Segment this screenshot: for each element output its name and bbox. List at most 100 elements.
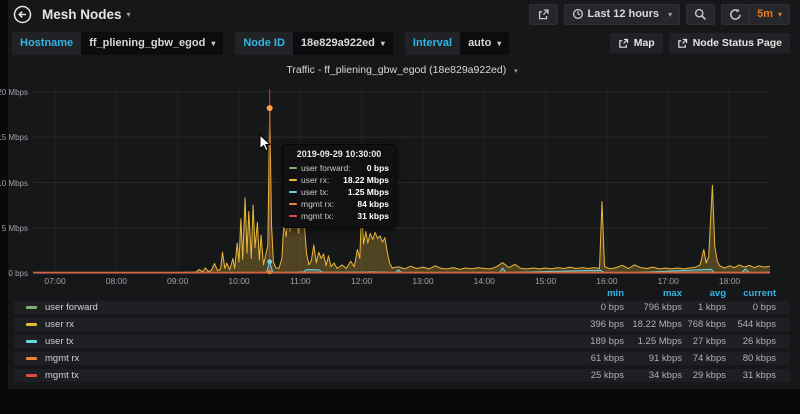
legend-header-row: min max avg current xyxy=(14,288,790,299)
x-axis-tick: 16:00 xyxy=(587,276,627,286)
legend-header-min[interactable]: min xyxy=(568,288,624,299)
x-axis-tick: 09:00 xyxy=(158,276,198,286)
x-axis-tick: 12:00 xyxy=(342,276,382,286)
tooltip-series-marker xyxy=(289,215,297,217)
panel-title-caret-icon: ▾ xyxy=(514,68,518,75)
tooltip-series-name: user forward: xyxy=(301,163,351,173)
tooltip-series-name: mgmt rx: xyxy=(301,199,334,209)
node-status-page-link-button[interactable]: Node Status Page xyxy=(669,33,790,53)
legend-series-marker[interactable] xyxy=(26,340,37,343)
hostname-select[interactable]: ff_pliening_gbw_egod ▾ xyxy=(81,32,223,55)
nodeid-label: Node ID xyxy=(235,32,293,55)
legend-value-max: 91 kbps xyxy=(624,353,682,364)
tooltip-series-name: mgmt tx: xyxy=(301,211,334,221)
nodeid-value: 18e829a922ed xyxy=(301,37,375,49)
traffic-chart-plot[interactable] xyxy=(33,87,770,276)
dashboard-caret-icon[interactable]: ▾ xyxy=(127,10,131,19)
external-link-icon xyxy=(618,38,629,49)
back-button[interactable] xyxy=(12,4,32,24)
refresh-interval-label: 5m xyxy=(757,8,773,20)
x-axis-tick: 08:00 xyxy=(96,276,136,286)
refresh-interval-button[interactable]: 5m ▾ xyxy=(750,5,789,24)
refresh-interval-caret-icon: ▾ xyxy=(778,10,782,19)
refresh-icon xyxy=(729,8,742,21)
legend-value-max: 1.25 Mbps xyxy=(624,336,682,347)
x-axis-tick: 13:00 xyxy=(403,276,443,286)
legend-series-name[interactable]: mgmt tx xyxy=(45,370,79,381)
legend-value-current: 0 bps xyxy=(726,302,776,313)
hostname-label: Hostname xyxy=(12,32,81,55)
traffic-panel: Traffic - ff_pliening_gbw_egod (18e829a9… xyxy=(12,60,792,386)
y-axis-tick: 5 Mbps xyxy=(2,224,28,233)
tooltip-row: user tx:1.25 Mbps xyxy=(289,186,389,198)
legend-value-avg: 768 kbps xyxy=(682,319,726,330)
map-link-label: Map xyxy=(634,37,655,49)
panel-title[interactable]: Traffic - ff_pliening_gbw_egod (18e829a9… xyxy=(12,64,792,76)
tooltip-series-value: 31 kbps xyxy=(357,211,389,221)
legend-value-avg: 74 kbps xyxy=(682,353,726,364)
legend-value-current: 26 kbps xyxy=(726,336,776,347)
legend-series-name[interactable]: user rx xyxy=(45,319,74,330)
time-range-picker[interactable]: Last 12 hours ▾ xyxy=(564,4,681,25)
refresh-button[interactable] xyxy=(722,5,749,24)
legend-value-avg: 29 kbps xyxy=(682,370,726,381)
tooltip-row: user rx:18.22 Mbps xyxy=(289,174,389,186)
node-status-page-link-label: Node Status Page xyxy=(693,37,782,49)
legend-series-name[interactable]: user tx xyxy=(45,336,74,347)
zoom-out-button[interactable] xyxy=(686,4,715,25)
tooltip-series-value: 0 bps xyxy=(367,163,389,173)
hostname-value: ff_pliening_gbw_egod xyxy=(89,37,205,49)
variable-nodeid: Node ID 18e829a922ed ▾ xyxy=(235,32,393,55)
legend-series-marker[interactable] xyxy=(26,323,37,326)
map-link-button[interactable]: Map xyxy=(610,33,663,53)
top-navbar: Mesh Nodes ▾ Last 12 hours ▾ xyxy=(8,0,800,28)
arrow-left-icon xyxy=(13,5,32,24)
hover-point xyxy=(267,105,273,111)
nodeid-select[interactable]: 18e829a922ed ▾ xyxy=(293,32,393,55)
legend-row: mgmt tx25 kbps34 kbps29 kbps31 kbps xyxy=(14,369,790,382)
legend-row: user tx189 bps1.25 Mbps27 kbps26 kbps xyxy=(14,335,790,348)
legend-table: min max avg current user forward 0 bps 796… xyxy=(14,288,790,386)
external-link-icon xyxy=(677,38,688,49)
tooltip-series-marker xyxy=(289,203,297,205)
legend-value-avg: 1 kbps xyxy=(682,302,726,313)
y-axis-tick: 0 bps xyxy=(8,269,28,278)
legend-value-max: 796 kbps xyxy=(624,302,682,313)
variable-interval: Interval auto ▾ xyxy=(405,32,509,55)
graph-tooltip: 2019-09-29 10:30:00 user forward:0 bpsus… xyxy=(282,144,396,228)
tooltip-row: user forward: 0 bps xyxy=(289,162,389,174)
tooltip-series-name: user rx: xyxy=(301,175,329,185)
tooltip-series-marker xyxy=(289,167,297,169)
legend-series-name[interactable]: user forward xyxy=(45,302,98,313)
legend-series-marker[interactable] xyxy=(26,374,37,377)
x-axis-tick: 07:00 xyxy=(35,276,75,286)
tooltip-series-name: user tx: xyxy=(301,187,329,197)
interval-select[interactable]: auto ▾ xyxy=(460,32,509,55)
legend-value-min: 25 kbps xyxy=(568,370,624,381)
x-axis-tick: 15:00 xyxy=(526,276,566,286)
dashboard-title[interactable]: Mesh Nodes xyxy=(42,7,122,22)
legend-header-max[interactable]: max xyxy=(624,288,682,299)
legend-series-marker[interactable] xyxy=(26,357,37,360)
y-axis-tick: 15 Mbps xyxy=(0,133,28,142)
legend-series-name[interactable]: mgmt rx xyxy=(45,353,79,364)
time-range-caret-icon: ▾ xyxy=(668,10,672,19)
tooltip-series-marker xyxy=(289,191,297,193)
hover-point xyxy=(268,270,272,274)
tooltip-timestamp: 2019-09-29 10:30:00 xyxy=(289,149,389,159)
share-button[interactable] xyxy=(529,4,558,25)
legend-header-current[interactable]: current xyxy=(726,288,776,299)
tooltip-series-marker xyxy=(289,179,297,181)
variables-toolbar: Hostname ff_pliening_gbw_egod ▾ Node ID … xyxy=(12,31,790,55)
tooltip-row: mgmt tx: 31 kbps xyxy=(289,210,389,222)
tooltip-series-value: 84 kbps xyxy=(357,199,389,209)
legend-header-avg[interactable]: avg xyxy=(682,288,726,299)
legend-value-max: 34 kbps xyxy=(624,370,682,381)
x-axis-tick: 18:00 xyxy=(710,276,750,286)
legend-value-max: 18.22 Mbps xyxy=(624,319,682,330)
clock-icon xyxy=(572,8,584,20)
time-range-label: Last 12 hours xyxy=(588,8,660,20)
legend-value-avg: 27 kbps xyxy=(682,336,726,347)
legend-series-marker[interactable] xyxy=(26,306,37,309)
legend-row: user forward0 bps796 kbps1 kbps0 bps xyxy=(14,301,790,314)
